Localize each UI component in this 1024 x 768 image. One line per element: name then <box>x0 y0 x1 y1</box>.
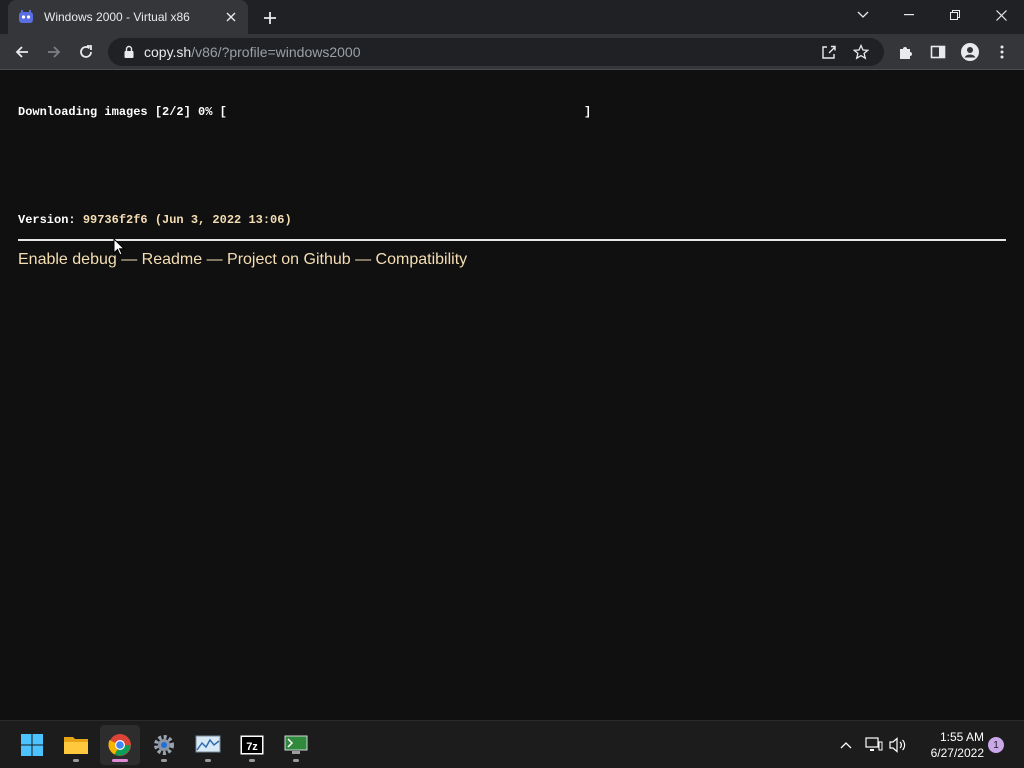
windows-logo-icon <box>21 734 43 756</box>
folder-icon <box>64 737 88 754</box>
profile-avatar-icon[interactable] <box>956 38 984 66</box>
readme-link[interactable]: Readme <box>142 251 202 268</box>
link-separator: — <box>350 251 376 268</box>
tab-close-icon[interactable] <box>222 8 240 26</box>
browser-toolbar: copy.sh/v86/?profile=windows2000 <box>0 34 1024 70</box>
side-panel-icon[interactable] <box>924 38 952 66</box>
link-separator: — <box>202 251 228 268</box>
start-button[interactable] <box>12 725 52 765</box>
url-host: copy.sh <box>144 44 192 60</box>
active-indicator <box>112 759 128 762</box>
mouse-cursor-icon <box>113 238 125 256</box>
running-indicator <box>205 759 211 762</box>
bookmark-star-icon[interactable] <box>848 39 874 65</box>
url-text[interactable]: copy.sh/v86/?profile=windows2000 <box>144 44 810 60</box>
progress-bar-end: ] <box>584 105 592 119</box>
network-icon[interactable] <box>862 733 886 757</box>
forward-arrow-icon[interactable] <box>40 38 68 66</box>
7zip-taskbar-button[interactable]: 7z <box>232 725 272 765</box>
lock-icon[interactable] <box>122 45 136 59</box>
tab-title: Windows 2000 - Virtual x86 <box>44 10 190 24</box>
restore-button[interactable] <box>932 0 978 30</box>
tab-search-icon[interactable] <box>840 0 886 30</box>
volume-icon[interactable] <box>886 733 910 757</box>
back-arrow-icon[interactable] <box>8 38 36 66</box>
gear-icon <box>154 735 174 755</box>
file-explorer-button[interactable] <box>56 725 96 765</box>
version-line: Version: 99736f2f6 (Jun 3, 2022 13:06) <box>18 213 292 227</box>
settings-taskbar-button[interactable] <box>144 725 184 765</box>
enable-debug-link[interactable]: Enable debug <box>18 251 117 268</box>
svg-text:7z: 7z <box>246 741 258 753</box>
running-indicator <box>161 759 167 762</box>
footer-links: Enable debug — Readme — Project on Githu… <box>18 251 467 269</box>
share-icon[interactable] <box>816 39 842 65</box>
running-indicator <box>73 759 79 762</box>
browser-tab[interactable]: Windows 2000 - Virtual x86 <box>8 0 248 34</box>
version-label: Version: <box>18 213 83 227</box>
running-indicator <box>293 759 299 762</box>
github-link[interactable]: Project on Github <box>227 251 351 268</box>
chrome-menu-icon[interactable] <box>988 38 1016 66</box>
notification-badge[interactable]: 1 <box>988 737 1004 753</box>
address-bar[interactable]: copy.sh/v86/?profile=windows2000 <box>108 38 884 66</box>
reload-icon[interactable] <box>72 38 100 66</box>
new-tab-button[interactable] <box>258 6 282 30</box>
divider <box>18 239 1006 241</box>
url-path: /v86/?profile=windows2000 <box>191 44 361 60</box>
running-indicator <box>249 759 255 762</box>
resource-monitor-icon <box>195 735 221 753</box>
terminal-taskbar-button[interactable] <box>276 725 316 765</box>
browser-tab-strip: Windows 2000 - Virtual x86 <box>0 0 1024 34</box>
7zip-icon: 7z <box>240 735 264 755</box>
download-status: Downloading images [2/2] 0% [ <box>18 105 227 119</box>
v86-favicon-icon <box>19 10 33 23</box>
close-window-button[interactable] <box>978 0 1024 30</box>
computer-app-icon <box>284 735 308 754</box>
clock-time: 1:55 AM <box>939 730 984 744</box>
extensions-puzzle-icon[interactable] <box>892 38 920 66</box>
clock-date: 6/27/2022 <box>930 746 984 760</box>
monitor-taskbar-button[interactable] <box>188 725 228 765</box>
version-value: 99736f2f6 (Jun 3, 2022 13:06) <box>82 213 292 227</box>
windows-taskbar: 7z 1:55 AM 6/27/2022 1 <box>0 720 1024 768</box>
taskbar-clock[interactable]: 1:55 AM 6/27/2022 <box>914 729 984 761</box>
chrome-taskbar-button[interactable] <box>100 725 140 765</box>
chrome-icon <box>108 734 131 756</box>
v86-page: Downloading images [2/2] 0% [ ] Version:… <box>0 71 1024 720</box>
compatibility-link[interactable]: Compatibility <box>376 251 468 268</box>
minimize-button[interactable] <box>886 0 932 30</box>
show-hidden-icons-chevron-icon[interactable] <box>834 733 858 757</box>
